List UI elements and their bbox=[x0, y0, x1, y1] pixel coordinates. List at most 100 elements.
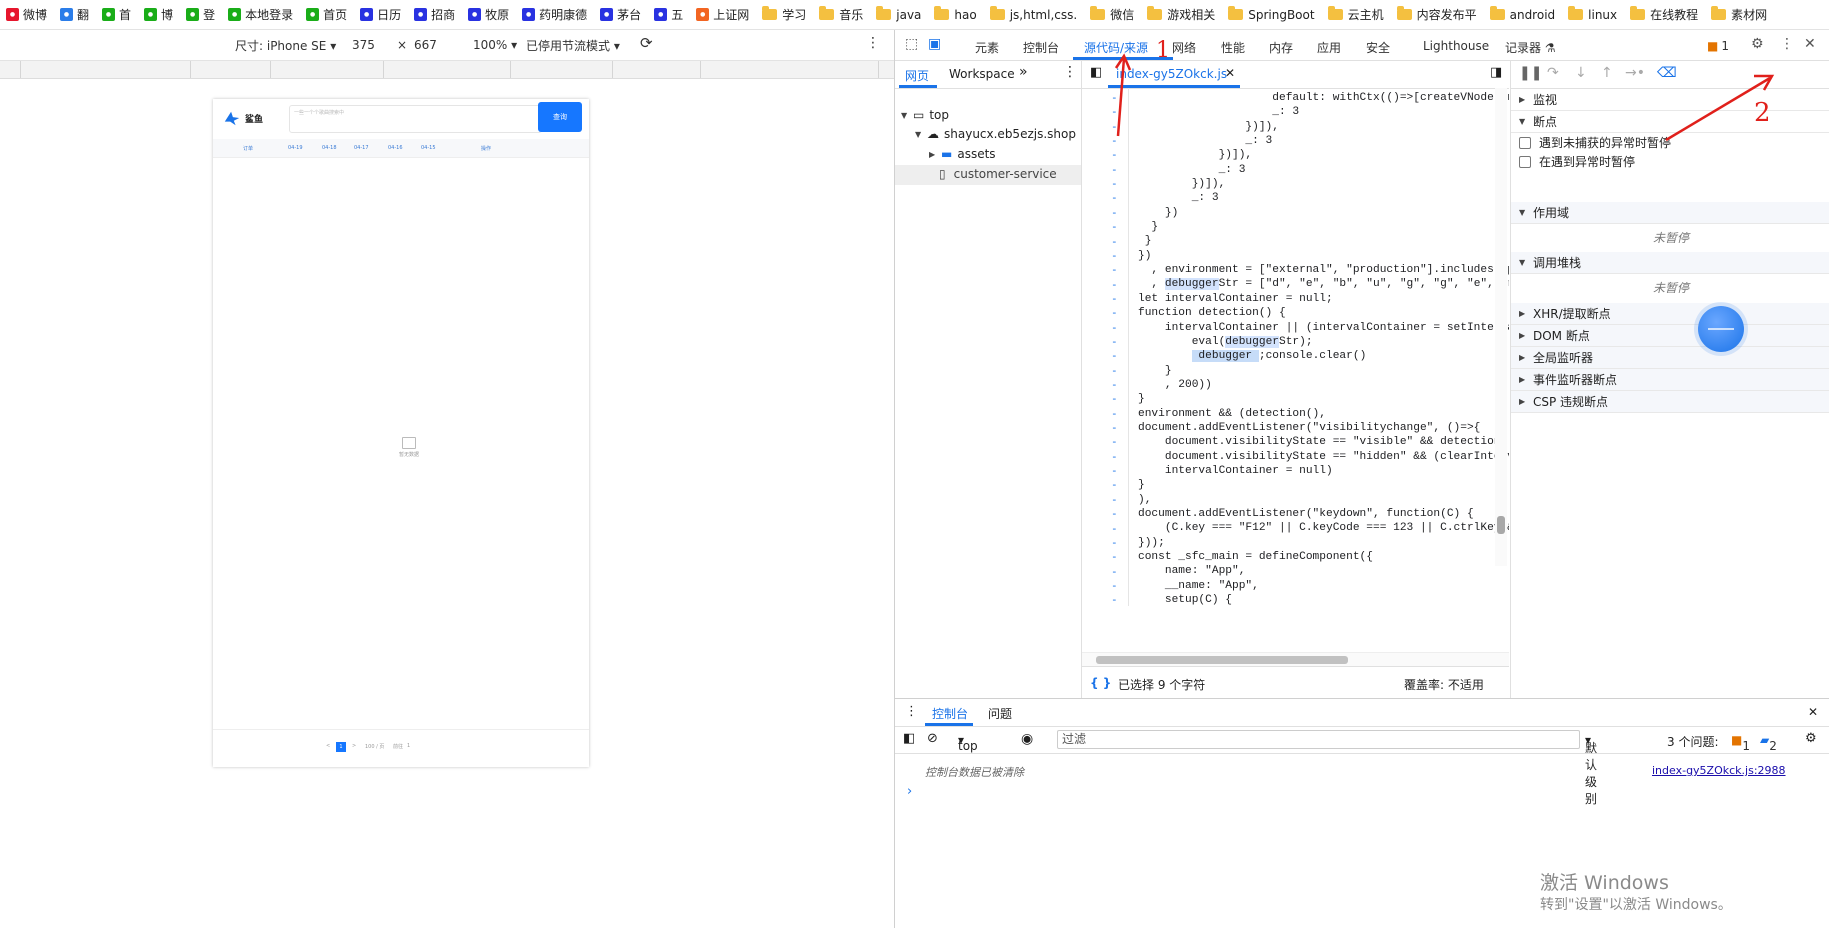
horizontal-scrollbar[interactable] bbox=[1082, 652, 1509, 667]
bookmark-item[interactable]: ● 首页 bbox=[306, 6, 347, 23]
scope-header[interactable]: ▼ 作用域 bbox=[1511, 202, 1829, 224]
toggle-navigator-icon[interactable]: ◧ bbox=[1090, 65, 1102, 80]
line-marker[interactable]: - bbox=[1111, 163, 1118, 176]
line-marker[interactable]: - bbox=[1111, 478, 1118, 491]
dom-breakpoints[interactable]: ▶ DOM 断点 bbox=[1511, 325, 1829, 347]
bookmark-item[interactable]: js,html,css. bbox=[989, 6, 1077, 22]
step-out-icon[interactable]: ↑ bbox=[1601, 65, 1613, 81]
toggle-debugger-icon[interactable]: ◨ bbox=[1490, 65, 1502, 80]
line-marker[interactable]: - bbox=[1111, 263, 1118, 276]
line-marker[interactable]: - bbox=[1111, 306, 1118, 319]
drawer-tab-console[interactable]: 控制台 bbox=[932, 705, 968, 722]
context-select[interactable]: top ▾ bbox=[958, 733, 978, 753]
line-marker[interactable]: - bbox=[1111, 335, 1118, 348]
global-listeners[interactable]: ▶ 全局监听器 bbox=[1511, 347, 1829, 369]
csp-breakpoints[interactable]: ▶ CSP 违规断点 bbox=[1511, 391, 1829, 413]
step-over-icon[interactable]: ↷ bbox=[1547, 65, 1559, 81]
pause-caught-checkbox[interactable]: 在遇到异常时暂停 bbox=[1511, 152, 1829, 171]
bookmark-item[interactable]: ● 日历 bbox=[360, 6, 401, 23]
more-options-icon[interactable]: ⋮ bbox=[866, 35, 880, 51]
bookmark-item[interactable]: linux bbox=[1568, 6, 1617, 22]
bookmark-item[interactable]: SpringBoot bbox=[1228, 6, 1315, 22]
tab-network[interactable]: 网络 bbox=[1172, 39, 1196, 56]
step-into-icon[interactable]: ↓ bbox=[1575, 65, 1587, 81]
nav-tab-page[interactable]: 网页 bbox=[905, 67, 929, 84]
line-marker[interactable]: - bbox=[1111, 148, 1118, 161]
inspect-element-icon[interactable]: ⬚ bbox=[905, 36, 918, 52]
line-marker[interactable]: - bbox=[1111, 579, 1118, 592]
line-marker[interactable]: - bbox=[1111, 220, 1118, 233]
bookmark-item[interactable]: ● 上证网 bbox=[696, 6, 749, 23]
tab-elements[interactable]: 元素 bbox=[975, 39, 999, 56]
line-marker[interactable]: - bbox=[1111, 191, 1118, 204]
line-marker[interactable]: - bbox=[1111, 206, 1118, 219]
line-marker[interactable]: - bbox=[1111, 507, 1118, 520]
eye-icon[interactable]: ◉ bbox=[1021, 731, 1033, 747]
bookmark-item[interactable]: android bbox=[1489, 6, 1555, 22]
line-marker[interactable]: - bbox=[1111, 593, 1118, 606]
bookmark-item[interactable]: ● 茅台 bbox=[600, 6, 641, 23]
bookmark-item[interactable]: ● 招商 bbox=[414, 6, 455, 23]
code-area[interactable]: ------------------------------------- de… bbox=[1082, 88, 1509, 606]
tab-lighthouse[interactable]: Lighthouse bbox=[1423, 39, 1489, 53]
bookmark-item[interactable]: 学习 bbox=[762, 6, 806, 23]
rotate-icon[interactable]: ⟳ bbox=[640, 34, 653, 52]
close-drawer-icon[interactable]: ✕ bbox=[1808, 705, 1818, 719]
tab-sources[interactable]: 源代码/来源 bbox=[1084, 39, 1148, 56]
device-height-input[interactable]: 667 bbox=[414, 38, 437, 52]
page-size-select[interactable]: 100 / 页 bbox=[365, 743, 384, 750]
log-level-select[interactable]: 默认级别 ▾ bbox=[1585, 733, 1597, 806]
bookmark-item[interactable]: ● 本地登录 bbox=[228, 6, 293, 23]
more-tabs-icon[interactable]: » bbox=[1019, 64, 1028, 80]
query-button[interactable]: 查询 bbox=[538, 102, 582, 132]
goto-input[interactable]: 1 bbox=[407, 743, 410, 749]
zoom-select[interactable]: 100% ▾ bbox=[473, 38, 517, 52]
line-marker[interactable]: - bbox=[1111, 120, 1118, 133]
file-tab[interactable]: index-gy5ZOkck.js bbox=[1116, 67, 1227, 81]
pretty-print-icon[interactable]: { } bbox=[1090, 676, 1111, 690]
line-marker[interactable]: - bbox=[1111, 407, 1118, 420]
tab-console[interactable]: 控制台 bbox=[1023, 39, 1059, 56]
settings-gear-icon[interactable]: ⚙ bbox=[1751, 36, 1764, 52]
tab-performance[interactable]: 性能 bbox=[1221, 39, 1245, 56]
event-listener-breakpoints[interactable]: ▶ 事件监听器断点 bbox=[1511, 369, 1829, 391]
line-marker[interactable]: - bbox=[1111, 536, 1118, 549]
bookmark-item[interactable]: 素材网 bbox=[1711, 6, 1767, 23]
console-settings-icon[interactable]: ⚙ bbox=[1805, 731, 1817, 746]
nav-more-icon[interactable]: ⋮ bbox=[1063, 64, 1077, 80]
line-marker[interactable]: - bbox=[1111, 550, 1118, 563]
callstack-header[interactable]: ▼ 调用堆栈 bbox=[1511, 252, 1829, 274]
bookmark-item[interactable]: java bbox=[876, 6, 921, 22]
drawer-menu-icon[interactable]: ⋮ bbox=[905, 704, 918, 719]
line-marker[interactable]: - bbox=[1111, 292, 1118, 305]
line-marker[interactable]: - bbox=[1111, 450, 1118, 463]
line-marker[interactable]: - bbox=[1111, 421, 1118, 434]
filter-input[interactable]: 过滤 bbox=[1057, 730, 1580, 749]
line-marker[interactable]: - bbox=[1111, 321, 1118, 334]
vertical-scrollbar[interactable] bbox=[1495, 88, 1507, 566]
clear-console-icon[interactable]: ⊘ bbox=[927, 731, 938, 746]
throttle-select[interactable]: 已停用节流模式 ▾ bbox=[526, 37, 620, 54]
device-size-select[interactable]: 尺寸: iPhone SE ▾ bbox=[235, 37, 336, 54]
prev-page-button[interactable]: < bbox=[326, 743, 330, 749]
tree-item-domain[interactable]: ▼ ☁ shayucx.eb5ezjs.shop bbox=[915, 127, 1076, 141]
line-marker[interactable]: - bbox=[1111, 522, 1118, 535]
info-badge[interactable]: ▰ 2 bbox=[1760, 733, 1777, 753]
nav-tab-workspace[interactable]: Workspace bbox=[949, 67, 1015, 81]
console-source-link[interactable]: index-gy5ZOkck.js:2988 bbox=[1652, 764, 1786, 777]
warning-badge[interactable]: ■ 1 bbox=[1731, 733, 1750, 753]
line-marker[interactable]: - bbox=[1111, 378, 1118, 391]
line-marker[interactable]: - bbox=[1111, 249, 1118, 262]
device-width-input[interactable]: 375 bbox=[352, 38, 375, 52]
line-marker[interactable]: - bbox=[1111, 364, 1118, 377]
search-input[interactable]: 一些一个个歌曲搜索中 bbox=[289, 105, 542, 133]
issues-badge[interactable]: ■ 1 bbox=[1707, 39, 1729, 53]
bookmark-item[interactable]: 云主机 bbox=[1327, 6, 1384, 23]
tree-item-top[interactable]: ▼ ▭ top bbox=[901, 108, 949, 122]
line-marker[interactable]: - bbox=[1111, 91, 1118, 104]
pause-uncaught-checkbox[interactable]: 遇到未捕获的异常时暂停 bbox=[1511, 133, 1829, 152]
drawer-tab-issues[interactable]: 问题 bbox=[988, 705, 1012, 722]
step-icon[interactable]: →• bbox=[1625, 65, 1645, 81]
breakpoints-header[interactable]: ▼ 断点 bbox=[1511, 111, 1829, 133]
bookmark-item[interactable]: ● 五 bbox=[654, 6, 683, 23]
